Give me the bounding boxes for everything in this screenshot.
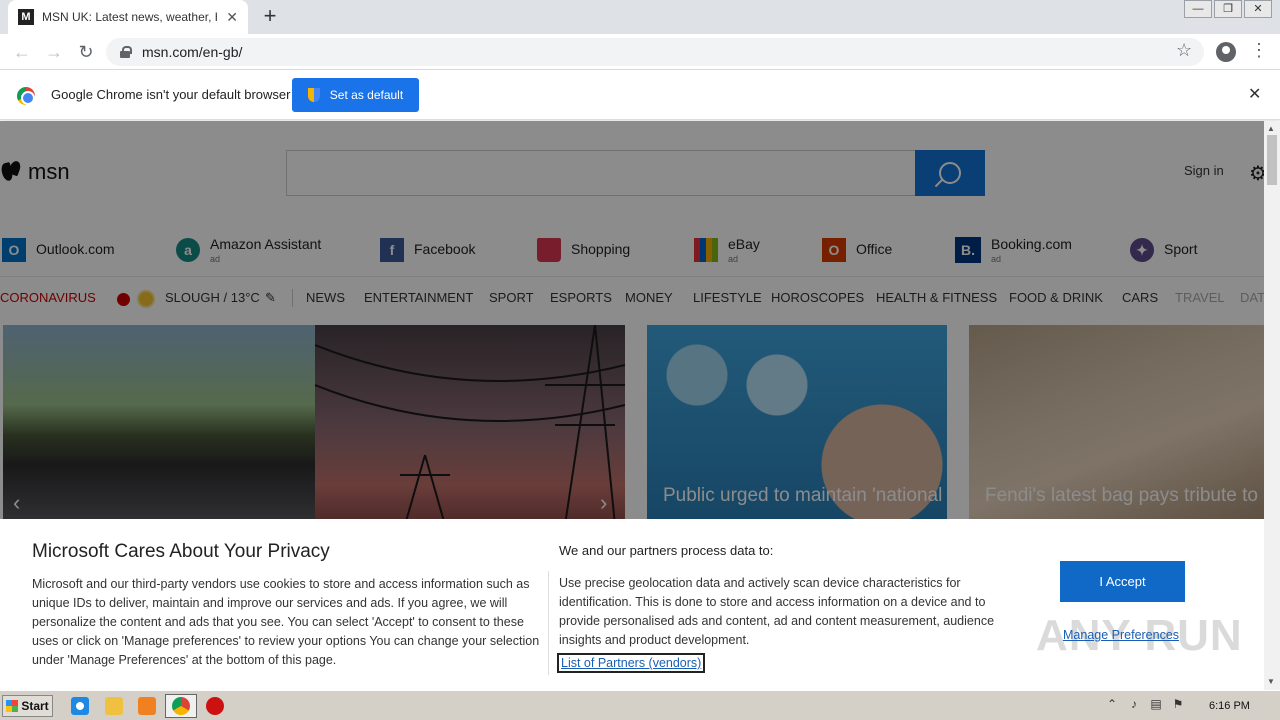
- chrome-taskbar-button[interactable]: [165, 694, 197, 718]
- tab-close-icon[interactable]: ✕: [226, 9, 238, 26]
- forward-arrow-icon[interactable]: →: [42, 40, 66, 64]
- new-tab-button[interactable]: +: [258, 4, 282, 28]
- reload-icon[interactable]: ↻: [74, 40, 98, 64]
- maximize-button[interactable]: ❐: [1214, 0, 1242, 18]
- privacy-title: Microsoft Cares About Your Privacy: [32, 541, 330, 562]
- privacy-consent-banner: Microsoft Cares About Your Privacy Micro…: [0, 519, 1264, 690]
- uac-shield-icon: [307, 88, 320, 102]
- action-center-flag-icon[interactable]: ⚑: [1170, 697, 1186, 713]
- address-bar[interactable]: msn.com/en-gb/: [106, 38, 1204, 66]
- infobar-close-icon[interactable]: ✕: [1248, 84, 1261, 104]
- profile-avatar-icon[interactable]: [1216, 42, 1236, 62]
- url-text: msn.com/en-gb/: [142, 44, 243, 60]
- close-window-button[interactable]: ✕: [1244, 0, 1272, 18]
- default-browser-infobar: Google Chrome isn't your default browser…: [0, 70, 1280, 120]
- window-controls: — ❐ ✕: [1182, 0, 1272, 18]
- privacy-subtitle: We and our partners process data to:: [559, 543, 774, 558]
- minimize-button[interactable]: —: [1184, 0, 1212, 18]
- accept-button[interactable]: I Accept: [1060, 561, 1185, 602]
- file-explorer-icon[interactable]: [105, 697, 123, 715]
- scroll-thumb[interactable]: [1267, 135, 1277, 185]
- chrome-taskbar-icon: [172, 697, 190, 715]
- system-tray: ⌃ ♪ ▤ ⚑: [1104, 697, 1192, 713]
- page-scrollbar[interactable]: ▲ ▼: [1264, 121, 1280, 690]
- chrome-logo-icon: [17, 87, 35, 105]
- scroll-up-icon[interactable]: ▲: [1267, 124, 1275, 133]
- tray-expand-icon[interactable]: ⌃: [1104, 697, 1120, 713]
- partners-link[interactable]: List of Partners (vendors): [557, 653, 706, 673]
- msn-favicon-icon: M: [18, 9, 34, 25]
- privacy-body: Microsoft and our third-party vendors us…: [32, 577, 540, 667]
- windows-taskbar: Start ⌃ ♪ ▤ ⚑ 6:16 PM: [0, 690, 1280, 720]
- back-arrow-icon[interactable]: ←: [10, 40, 34, 64]
- internet-explorer-icon[interactable]: [71, 697, 89, 715]
- lock-icon: [120, 46, 132, 58]
- start-button[interactable]: Start: [2, 695, 53, 717]
- taskbar-clock[interactable]: 6:16 PM: [1209, 700, 1250, 712]
- bookmark-star-icon[interactable]: ☆: [1176, 40, 1192, 61]
- network-icon[interactable]: ▤: [1148, 697, 1164, 713]
- set-as-default-button[interactable]: Set as default: [292, 78, 419, 112]
- tab-strip: M MSN UK: Latest news, weather, Hotmail …: [0, 0, 1280, 34]
- volume-icon[interactable]: ♪: [1126, 697, 1142, 713]
- scroll-down-icon[interactable]: ▼: [1267, 677, 1275, 686]
- tab-title: MSN UK: Latest news, weather, Hotmail: [42, 10, 217, 24]
- browser-tab[interactable]: M MSN UK: Latest news, weather, Hotmail …: [8, 0, 248, 34]
- browser-toolbar: ← → ↻ msn.com/en-gb/ ☆ ⋮: [0, 34, 1280, 70]
- infobar-message: Google Chrome isn't your default browser: [51, 87, 291, 102]
- opera-icon[interactable]: [206, 697, 224, 715]
- privacy-divider: [548, 571, 549, 675]
- start-label: Start: [21, 699, 49, 713]
- manage-preferences-link[interactable]: Manage Preferences: [1063, 628, 1179, 642]
- set-as-default-label: Set as default: [329, 88, 404, 102]
- menu-kebab-icon[interactable]: ⋮: [1250, 40, 1268, 61]
- privacy-purposes: Use precise geolocation data and activel…: [559, 576, 995, 647]
- windows-flag-icon: [6, 700, 19, 712]
- media-player-icon[interactable]: [138, 697, 156, 715]
